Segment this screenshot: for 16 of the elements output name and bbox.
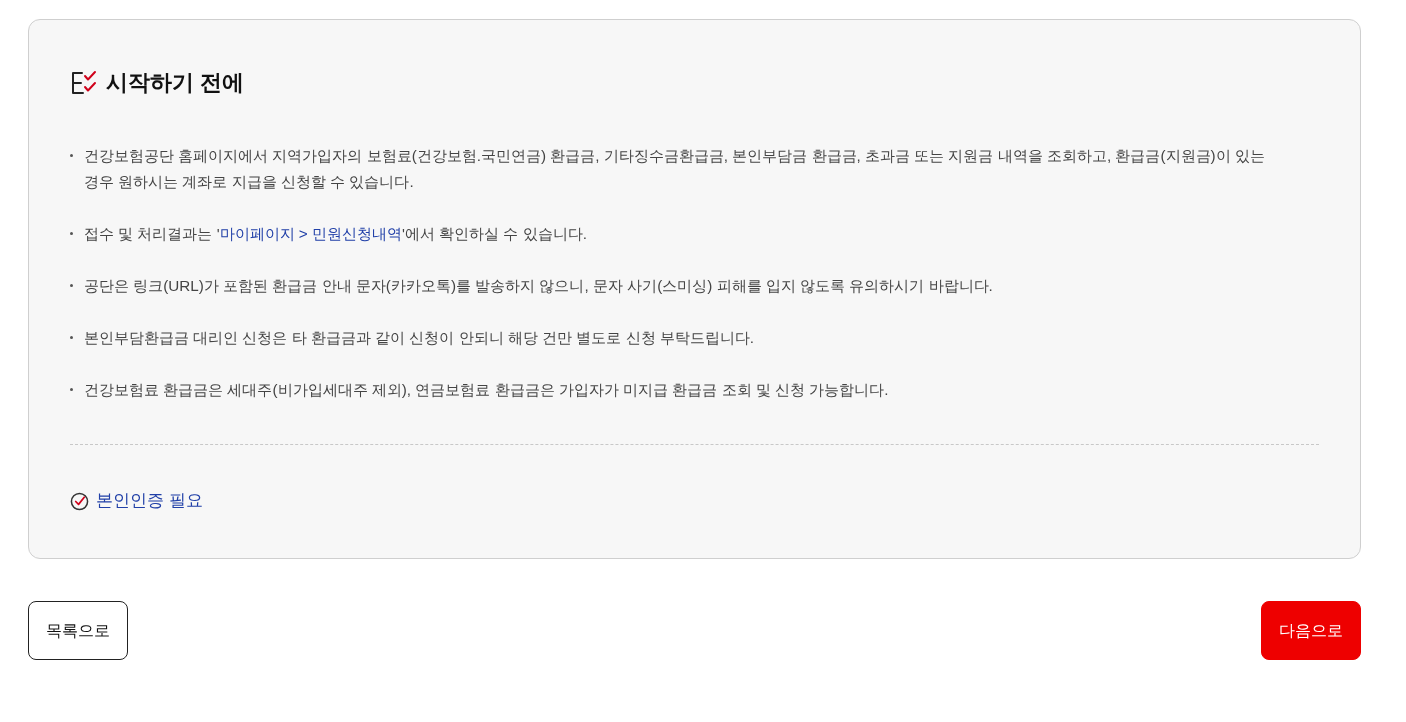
notice-text: 건강보험료 환급금은 세대주(비가입세대주 제외), 연금보험료 환급금은 가입자가 미지급 환급금 조회 및 신청 가능합니다. bbox=[84, 380, 889, 400]
notice-text: 접수 및 처리결과는 '마이페이지 > 민원신청내역'에서 확인하실 수 있습니다. bbox=[84, 224, 587, 244]
check-circle-icon bbox=[70, 491, 89, 511]
bullet-icon bbox=[70, 284, 73, 287]
bullet-icon bbox=[70, 388, 73, 391]
next-button[interactable]: 다음으로 bbox=[1261, 601, 1361, 660]
bullet-icon bbox=[70, 154, 73, 157]
list-button[interactable]: 목록으로 bbox=[28, 601, 128, 660]
notice-text: 건강보험공단 홈페이지에서 지역가입자의 보험료(건강보험.국민연금) 환급금, 기타징수금환급금, 본인부담금 환급금, 초과금 또는 지원금 내역을 조회하고, 환급금(지원금)이 있는 경우 원하시는 계좌로 지급을 신청할 수 있습니다. bbox=[84, 146, 1266, 192]
requirement-text: 본인인증 필요 bbox=[96, 490, 203, 512]
section-title: 시작하기 전에 bbox=[106, 69, 245, 97]
bullet-icon bbox=[70, 336, 73, 339]
checklist-icon bbox=[70, 70, 98, 96]
bullet-icon bbox=[70, 232, 73, 235]
notice-text: 본인부담환급금 대리인 신청은 타 환급금과 같이 신청이 안되니 해당 건만 별도로 신청 부탁드립니다. bbox=[84, 328, 755, 348]
notice-text: 공단은 링크(URL)가 포함된 환급금 안내 문자(카카오톡)를 발송하지 않으니, 문자 사기(스미싱) 피해를 입지 않도록 유의하시기 바랍니다. bbox=[84, 276, 993, 296]
